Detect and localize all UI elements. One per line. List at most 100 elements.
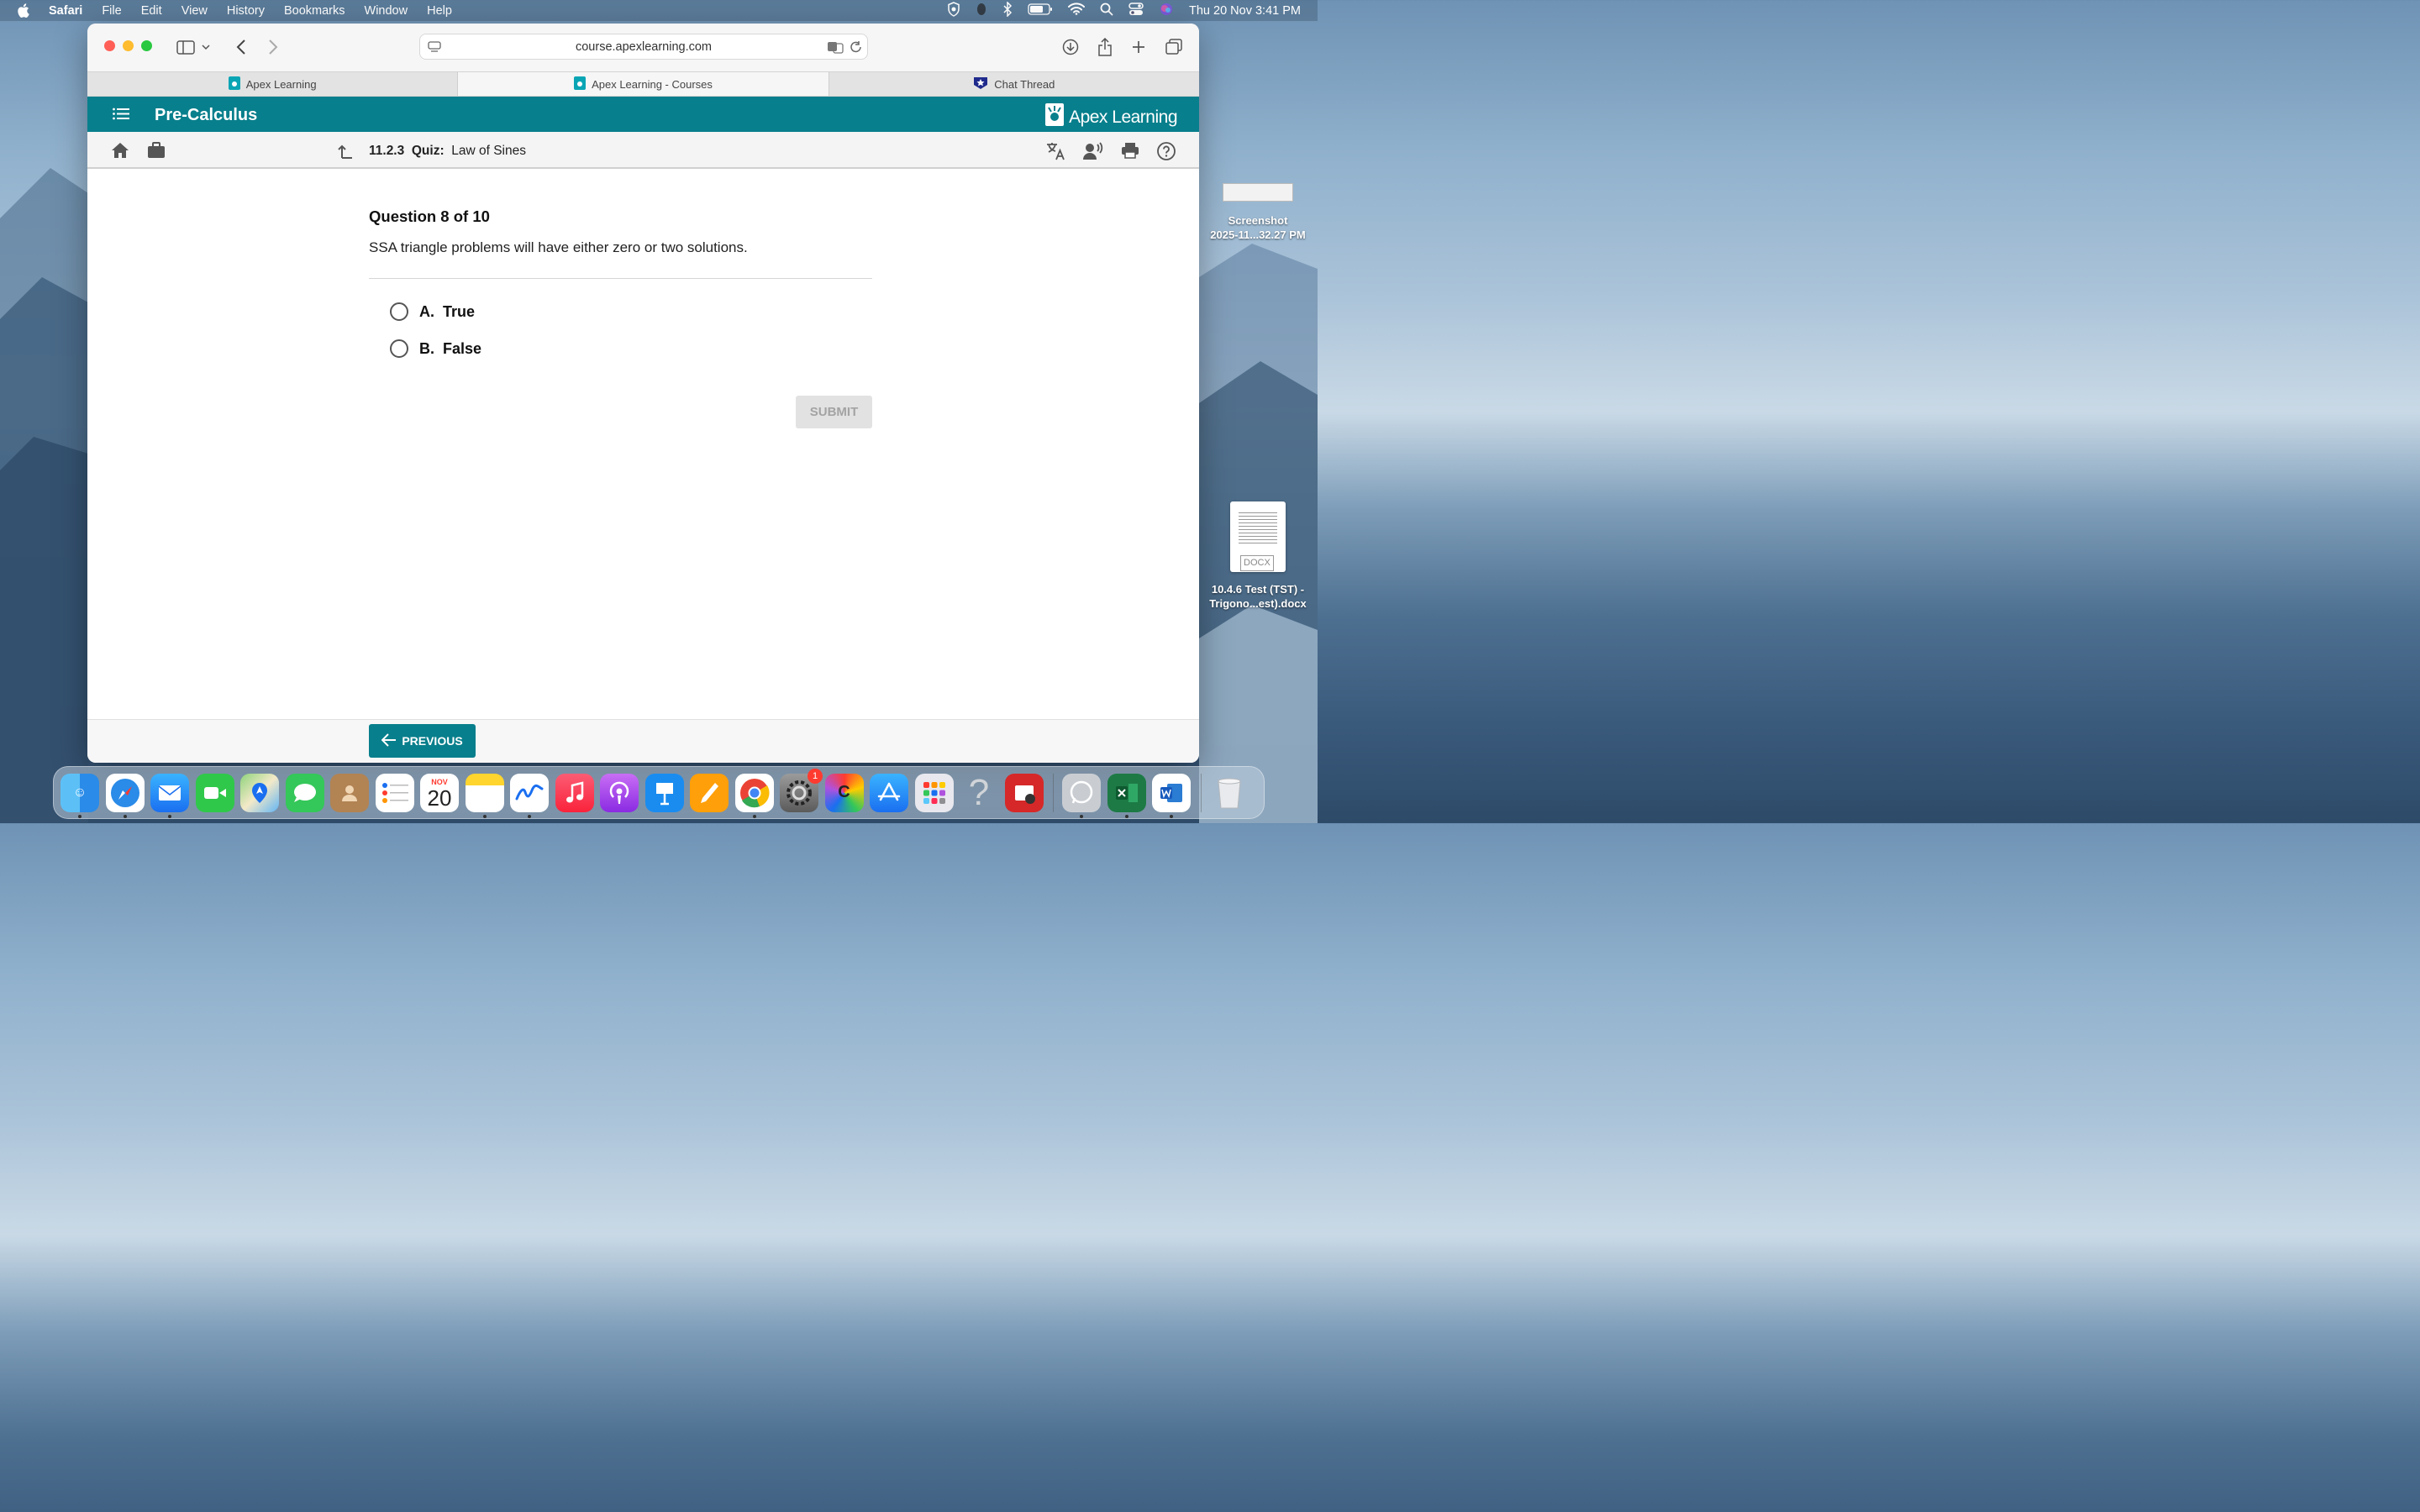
chrome-icon[interactable] bbox=[734, 773, 774, 818]
home-icon[interactable] bbox=[111, 142, 129, 163]
menu-file[interactable]: File bbox=[102, 4, 121, 18]
keynote-icon[interactable] bbox=[644, 773, 684, 812]
finder-icon[interactable]: ☺ bbox=[60, 773, 99, 818]
podcasts-icon[interactable] bbox=[600, 773, 639, 812]
forward-icon[interactable] bbox=[262, 36, 284, 58]
course-menu-icon[interactable] bbox=[113, 108, 129, 124]
menu-view[interactable]: View bbox=[182, 4, 208, 18]
calendar-month: NOV bbox=[431, 777, 448, 786]
address-bar[interactable]: course.apexlearning.com bbox=[419, 34, 868, 60]
new-tab-icon[interactable] bbox=[1128, 36, 1150, 58]
app-store-icon[interactable] bbox=[870, 773, 908, 812]
calendar-day: 20 bbox=[427, 785, 452, 811]
activity-breadcrumb: 11.2.3 Quiz: Law of Sines bbox=[369, 144, 526, 159]
color-ui-icon[interactable]: C bbox=[824, 773, 864, 812]
submit-button[interactable]: SUBMIT bbox=[796, 396, 872, 428]
spotlight-search-icon[interactable] bbox=[1100, 3, 1113, 19]
radio-button-a[interactable] bbox=[390, 302, 408, 321]
arrow-left-icon bbox=[381, 732, 397, 749]
vpn-icon[interactable] bbox=[947, 1, 960, 20]
answer-option-a[interactable]: A. True bbox=[390, 302, 475, 321]
excel-icon[interactable] bbox=[1107, 773, 1146, 818]
contacts-icon[interactable] bbox=[330, 773, 369, 812]
bluetooth-icon[interactable] bbox=[1002, 0, 1013, 20]
desktop-file-screenshot[interactable]: Screenshot 2025-11...32.27 PM bbox=[1202, 183, 1314, 242]
maps-icon[interactable] bbox=[240, 773, 279, 812]
page-menu-icon[interactable] bbox=[428, 40, 441, 57]
calendar-icon[interactable]: NOV 20 bbox=[420, 773, 459, 812]
tab-group-chevron-down-icon[interactable] bbox=[200, 36, 212, 58]
url-text[interactable]: course.apexlearning.com bbox=[576, 40, 712, 54]
mail-icon[interactable] bbox=[150, 773, 189, 818]
apex-favicon-icon bbox=[574, 76, 587, 92]
up-level-arrow-icon[interactable] bbox=[338, 144, 353, 163]
desktop-file-docx[interactable]: DOCX 10.4.6 Test (TST) - Trigono...est).… bbox=[1200, 501, 1316, 611]
word-icon[interactable] bbox=[1152, 773, 1191, 818]
safari-icon[interactable] bbox=[105, 773, 145, 818]
minimize-window-button[interactable] bbox=[123, 40, 134, 51]
siri-icon[interactable] bbox=[1159, 2, 1174, 20]
launchpad-icon[interactable] bbox=[914, 773, 954, 812]
activity-nav: 11.2.3 Quiz: Law of Sines bbox=[87, 132, 1199, 169]
apex-logo-icon bbox=[1045, 103, 1065, 131]
pages-icon[interactable] bbox=[690, 773, 729, 812]
zoom-window-button[interactable] bbox=[141, 40, 152, 51]
tab-apex-learning-courses[interactable]: Apex Learning - Courses bbox=[458, 72, 829, 96]
quiz-content: Question 8 of 10 SSA triangle problems w… bbox=[87, 170, 1199, 720]
sidebar-toggle-icon[interactable] bbox=[175, 36, 197, 58]
radio-button-b[interactable] bbox=[390, 339, 408, 358]
translate-page-icon[interactable] bbox=[827, 40, 844, 57]
tab-apex-learning[interactable]: Apex Learning bbox=[87, 72, 459, 96]
course-title: Pre-Calculus bbox=[155, 106, 258, 124]
activity-number: 11.2.3 bbox=[369, 144, 405, 158]
file-name-line2: 2025-11...32.27 PM bbox=[1210, 228, 1306, 241]
evernote-icon[interactable] bbox=[976, 3, 987, 19]
apex-favicon-icon bbox=[228, 76, 240, 92]
reminders-icon[interactable] bbox=[375, 773, 414, 812]
apex-logo-text: Apex Learning bbox=[1069, 107, 1177, 127]
apex-logo: Apex Learning bbox=[1045, 103, 1177, 131]
text-to-speech-icon[interactable] bbox=[1083, 142, 1105, 165]
system-settings-icon[interactable]: 1 bbox=[780, 768, 823, 812]
previous-button[interactable]: PREVIOUS bbox=[369, 724, 476, 758]
tab-overview-icon[interactable] bbox=[1163, 36, 1185, 58]
question-heading: Question 8 of 10 bbox=[369, 207, 490, 225]
reload-icon[interactable] bbox=[850, 40, 862, 57]
question-divider bbox=[369, 278, 872, 279]
option-letter: A. bbox=[419, 302, 434, 320]
menu-edit[interactable]: Edit bbox=[141, 4, 162, 18]
photo-booth-icon[interactable] bbox=[1004, 773, 1044, 812]
close-window-button[interactable] bbox=[104, 40, 115, 51]
menubar-clock[interactable]: Thu 20 Nov 3:41 PM bbox=[1189, 4, 1301, 18]
answer-option-b[interactable]: B. False bbox=[390, 339, 481, 358]
music-icon[interactable] bbox=[555, 773, 594, 812]
apple-icon[interactable] bbox=[17, 3, 34, 18]
freeform-icon[interactable] bbox=[510, 773, 549, 818]
file-name-line1: 10.4.6 Test (TST) - bbox=[1211, 583, 1305, 596]
print-icon[interactable] bbox=[1121, 142, 1139, 163]
downloads-icon[interactable] bbox=[1060, 36, 1081, 58]
question-mark-app-icon[interactable]: ? bbox=[960, 772, 998, 813]
help-icon[interactable] bbox=[1157, 142, 1176, 165]
messages-icon[interactable] bbox=[285, 773, 324, 812]
battery-icon[interactable] bbox=[1028, 3, 1053, 18]
whatsapp-icon[interactable] bbox=[1062, 773, 1101, 818]
menu-history[interactable]: History bbox=[227, 4, 265, 18]
window-controls bbox=[104, 40, 152, 51]
tab-chat-thread[interactable]: Chat Thread bbox=[829, 72, 1199, 96]
menu-help[interactable]: Help bbox=[427, 4, 452, 18]
question-text: SSA triangle problems will have either z… bbox=[369, 239, 748, 255]
notes-icon[interactable] bbox=[465, 773, 504, 818]
previous-label: PREVIOUS bbox=[402, 734, 463, 748]
wifi-icon[interactable] bbox=[1068, 3, 1085, 18]
menu-safari[interactable]: Safari bbox=[49, 4, 82, 18]
menu-bookmarks[interactable]: Bookmarks bbox=[284, 4, 345, 18]
briefcase-icon[interactable] bbox=[147, 142, 166, 163]
trash-icon[interactable] bbox=[1210, 774, 1249, 812]
translate-icon[interactable] bbox=[1046, 142, 1066, 165]
facetime-icon[interactable] bbox=[195, 773, 234, 812]
back-icon[interactable] bbox=[230, 36, 252, 58]
menu-window[interactable]: Window bbox=[365, 4, 408, 18]
control-center-icon[interactable] bbox=[1128, 2, 1144, 19]
share-icon[interactable] bbox=[1094, 36, 1116, 58]
